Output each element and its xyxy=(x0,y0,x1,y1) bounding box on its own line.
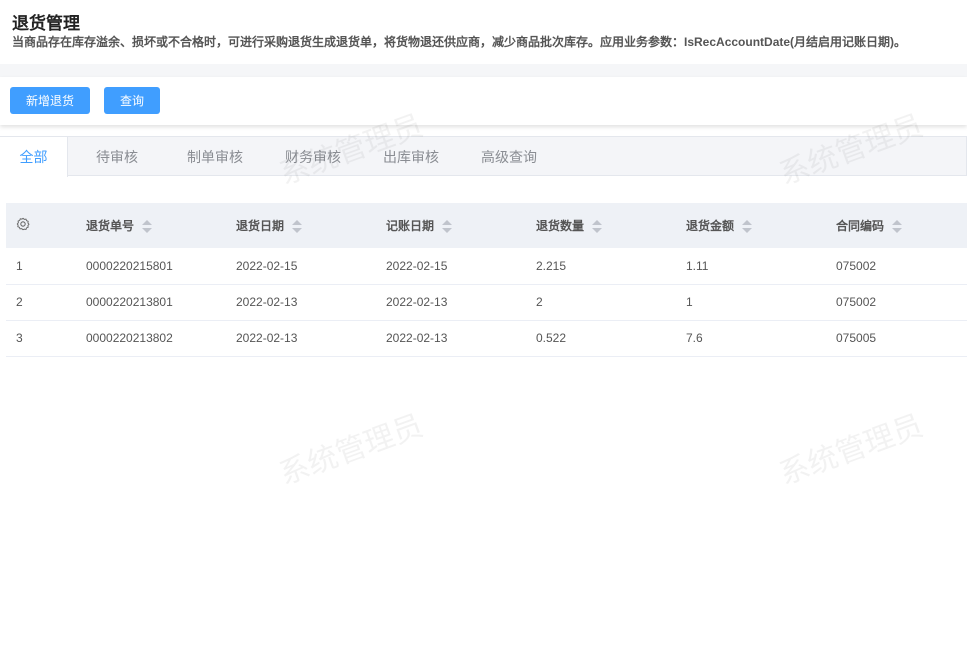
table-cell: 1 xyxy=(676,284,826,321)
table-cell: 0.522 xyxy=(526,320,676,357)
sort-icon[interactable] xyxy=(292,219,303,234)
gear-icon[interactable] xyxy=(16,217,30,234)
column-header[interactable]: 退货金额 xyxy=(676,203,826,248)
table-cell: 3 xyxy=(6,320,76,357)
divider-band xyxy=(0,64,967,78)
sort-icon[interactable] xyxy=(592,219,603,234)
tab-pending[interactable]: 待审核 xyxy=(68,137,166,175)
table-row[interactable]: 1 0000220215801 2022-02-15 2022-02-15 2.215 1… xyxy=(6,248,967,285)
query-button[interactable]: 查询 xyxy=(104,87,160,114)
page-title: 退货管理 xyxy=(12,14,80,33)
sort-icon[interactable] xyxy=(892,219,903,234)
column-header[interactable]: 退货日期 xyxy=(226,203,376,248)
page-description: 当商品存在库存溢余、损坏或不合格时，可进行采购退货生成退货单，将货物退还供应商，… xyxy=(12,35,907,49)
toolbar: 新增退货 查询 xyxy=(0,77,967,125)
table-cell: 2022-02-13 xyxy=(226,320,376,357)
table-cell: 075005 xyxy=(826,320,967,357)
table-cell: 7.6 xyxy=(676,320,826,357)
status-tabs: 全部 待审核 制单审核 财务审核 出库审核 高级查询 xyxy=(0,136,967,177)
table-cell: 2022-02-15 xyxy=(226,248,376,285)
table-cell: 2022-02-13 xyxy=(376,320,526,357)
table-cell: 2022-02-13 xyxy=(376,284,526,321)
tab-finance-review[interactable]: 财务审核 xyxy=(264,137,362,175)
table-cell: 075002 xyxy=(826,248,967,285)
tab-advanced-query[interactable]: 高级查询 xyxy=(460,137,558,175)
table-cell: 0000220215801 xyxy=(76,248,226,285)
table-cell: 1 xyxy=(6,248,76,285)
table-cell: 0000220213801 xyxy=(76,284,226,321)
returns-table: 退货单号 退货日期 记账日期 退货数量 退货金额 合同编码 1 000022021… xyxy=(6,203,967,357)
column-header[interactable]: 退货单号 xyxy=(76,203,226,248)
tab-outbound-review[interactable]: 出库审核 xyxy=(362,137,460,175)
column-settings[interactable] xyxy=(6,203,76,248)
sort-icon[interactable] xyxy=(442,219,453,234)
table-row[interactable]: 2 0000220213801 2022-02-13 2022-02-13 2 1 0750… xyxy=(6,284,967,321)
tab-creator-review[interactable]: 制单审核 xyxy=(166,137,264,175)
table-cell: 2 xyxy=(526,284,676,321)
column-header[interactable]: 记账日期 xyxy=(376,203,526,248)
sort-icon[interactable] xyxy=(142,219,153,234)
watermark: 系统管理员 xyxy=(775,409,928,492)
column-header[interactable]: 合同编码 xyxy=(826,203,967,248)
table-cell: 2.215 xyxy=(526,248,676,285)
table-cell: 2 xyxy=(6,284,76,321)
column-header[interactable]: 退货数量 xyxy=(526,203,676,248)
table-cell: 075002 xyxy=(826,284,967,321)
watermark: 系统管理员 xyxy=(275,409,428,492)
table-cell: 2022-02-13 xyxy=(226,284,376,321)
table-cell: 0000220213802 xyxy=(76,320,226,357)
table-cell: 2022-02-15 xyxy=(376,248,526,285)
table-cell: 1.11 xyxy=(676,248,826,285)
add-return-button[interactable]: 新增退货 xyxy=(10,87,90,114)
table-row[interactable]: 3 0000220213802 2022-02-13 2022-02-13 0.522 7… xyxy=(6,320,967,357)
sort-icon[interactable] xyxy=(742,219,753,234)
tab-all[interactable]: 全部 xyxy=(0,137,68,177)
